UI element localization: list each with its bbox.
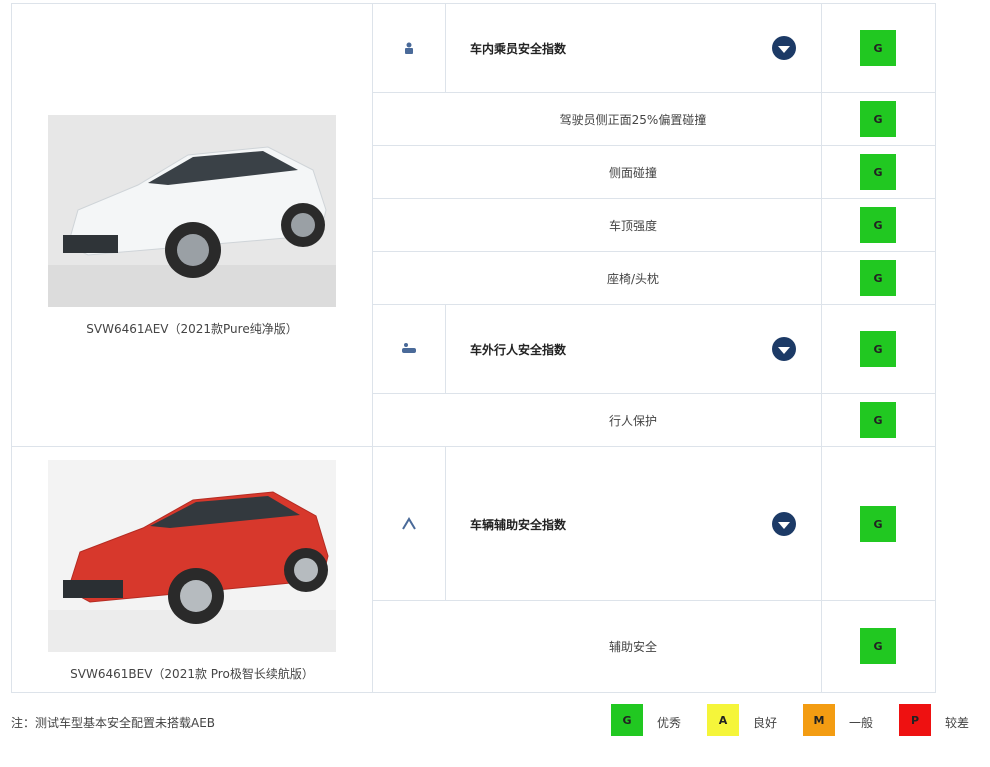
grid-line: [445, 3, 446, 93]
expand-chevron-icon[interactable]: [772, 36, 796, 60]
legend-badge-g: G: [611, 704, 643, 736]
grid-line: [372, 304, 936, 305]
vehicle-caption: SVW6461AEV（2021款Pure纯净版）: [86, 322, 298, 336]
footnote: 注：测试车型基本安全配置未搭载AEB: [11, 716, 216, 730]
grid-line: [372, 393, 936, 394]
legend-badge-a: A: [707, 704, 739, 736]
grid-line: [372, 198, 936, 199]
rating-badge: G: [860, 402, 896, 438]
grid-line: [445, 304, 446, 394]
grid-line: [372, 145, 936, 146]
rating-badge: G: [860, 207, 896, 243]
passenger-seat-icon: [400, 40, 418, 58]
legend-label: 优秀: [657, 716, 682, 730]
assist-safety-icon: [400, 515, 418, 533]
grid-line: [372, 3, 373, 693]
pedestrian-icon: [400, 340, 418, 358]
rating-badge: G: [860, 260, 896, 296]
grid-line: [11, 446, 936, 447]
grid-line: [372, 600, 936, 601]
row-label-assist-safety: 车辆辅助安全指数: [470, 518, 567, 532]
legend-label: 一般: [849, 716, 874, 730]
expand-chevron-icon[interactable]: [772, 337, 796, 361]
row-label-roof-strength: 车顶强度: [608, 219, 657, 233]
grid-line: [372, 251, 936, 252]
row-label-assist: 辅助安全: [608, 640, 657, 654]
grid-line: [821, 3, 822, 693]
rating-badge: G: [860, 101, 896, 137]
row-label-pedestrian-safety: 车外行人安全指数: [470, 343, 567, 357]
vehicle-caption: SVW6461BEV（2021款 Pro极智长续航版）: [70, 667, 314, 681]
vehicle-photo-white: [48, 115, 336, 307]
row-label-pedestrian-protection: 行人保护: [608, 414, 657, 428]
row-label-occupant-safety: 车内乘员安全指数: [470, 42, 567, 56]
expand-chevron-icon[interactable]: [772, 512, 796, 536]
rating-badge: G: [860, 30, 896, 66]
grid-line: [445, 447, 446, 601]
grid-line: [372, 92, 936, 93]
grid-line: [935, 3, 936, 693]
legend-badge-p: P: [899, 704, 931, 736]
grid-line: [11, 3, 936, 4]
vehicle-photo-red: [48, 460, 336, 652]
row-label-frontal-25: 驾驶员侧正面25%偏置碰撞: [559, 113, 707, 127]
rating-badge: G: [860, 331, 896, 367]
row-label-side-impact: 侧面碰撞: [608, 166, 657, 180]
grid-line: [11, 3, 12, 693]
rating-badge: G: [860, 506, 896, 542]
legend-label: 较差: [945, 716, 970, 730]
grid-line: [11, 692, 936, 693]
rating-badge: G: [860, 628, 896, 664]
rating-badge: G: [860, 154, 896, 190]
legend-badge-m: M: [803, 704, 835, 736]
legend-label: 良好: [753, 716, 778, 730]
row-label-seat-headrest: 座椅/头枕: [606, 272, 660, 286]
